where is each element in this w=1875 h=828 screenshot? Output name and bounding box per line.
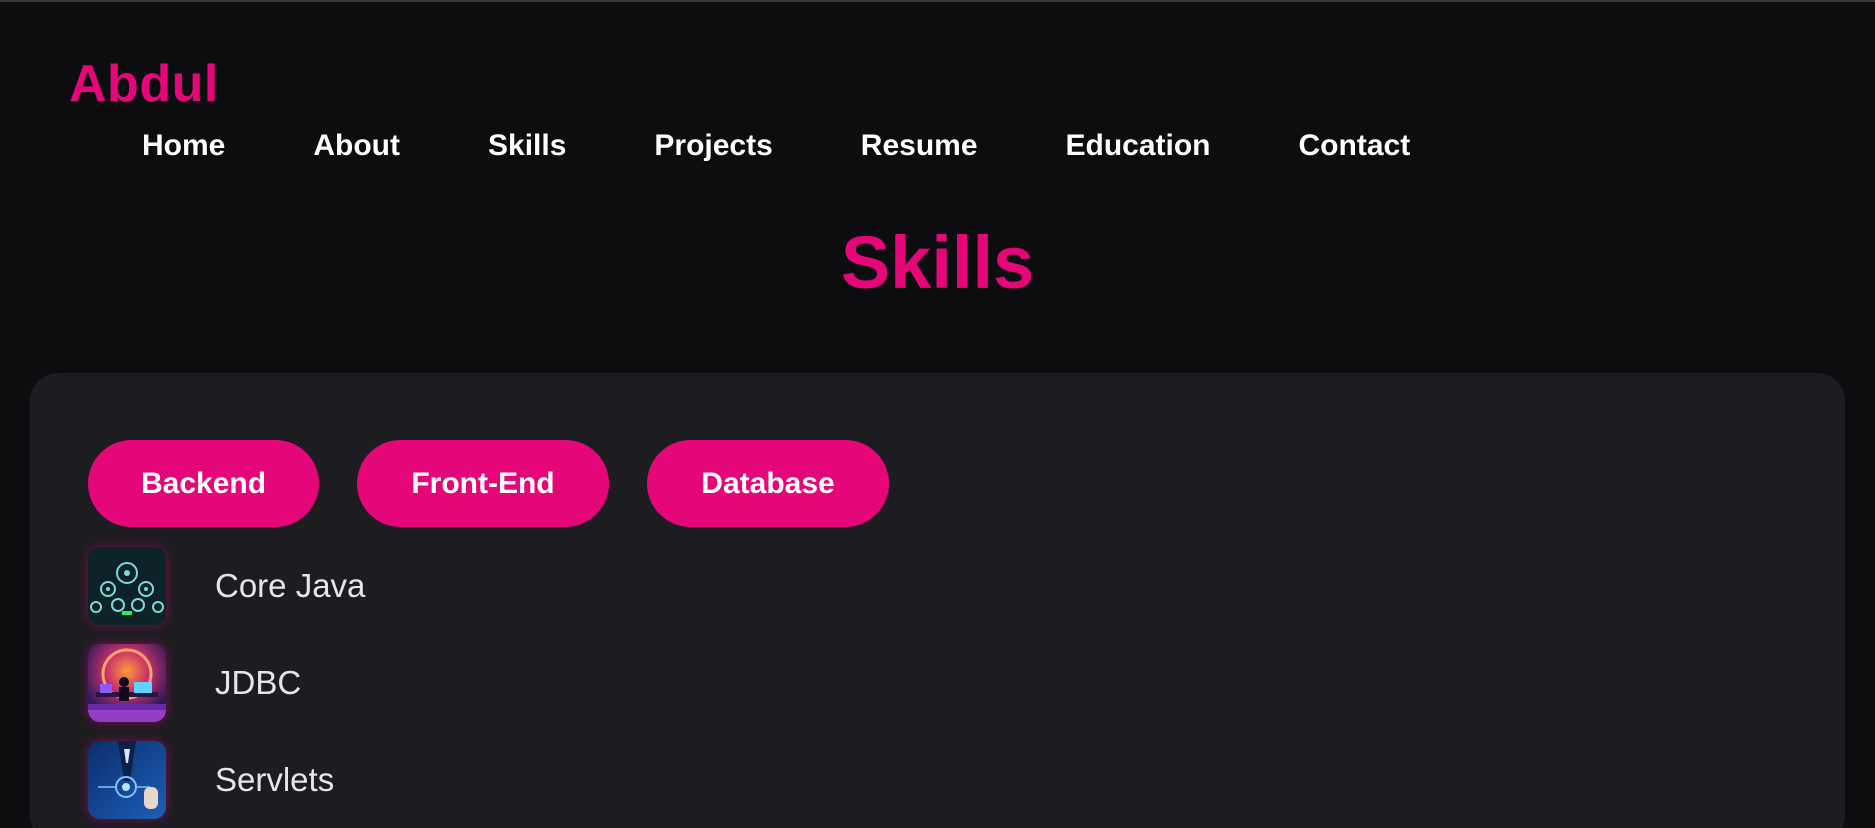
- nav-item-education[interactable]: Education: [1066, 124, 1211, 168]
- skill-list: Core Java JDBC Servlets: [88, 547, 365, 828]
- java-gears-image: [88, 547, 166, 625]
- list-item: JDBC: [88, 644, 365, 722]
- main-nav: Home About Skills Projects Resume Educat…: [142, 124, 1410, 168]
- nav-item-skills[interactable]: Skills: [488, 124, 566, 168]
- skill-category-tabs: Backend Front-End Database: [88, 440, 889, 527]
- section-title: Skills: [840, 221, 1035, 304]
- tab-database[interactable]: Database: [647, 440, 889, 527]
- tech-hand-image: [88, 741, 166, 819]
- list-item: Servlets: [88, 741, 365, 819]
- skill-label: Servlets: [215, 761, 335, 798]
- skills-panel: Backend Front-End Database Core Java JDB…: [30, 373, 1845, 828]
- list-item: Core Java: [88, 547, 365, 625]
- neon-computer-image: [88, 644, 166, 722]
- nav-item-about[interactable]: About: [313, 124, 400, 168]
- portfolio-page: Abdul Home About Skills Projects Resume …: [0, 0, 1875, 828]
- window-top-border: [0, 0, 1875, 2]
- nav-item-contact[interactable]: Contact: [1299, 124, 1411, 168]
- nav-item-projects[interactable]: Projects: [654, 124, 772, 168]
- tab-backend[interactable]: Backend: [88, 440, 319, 527]
- skill-label: JDBC: [215, 664, 302, 701]
- brand-logo[interactable]: Abdul: [69, 52, 219, 116]
- nav-item-resume[interactable]: Resume: [861, 124, 978, 168]
- nav-item-home[interactable]: Home: [142, 124, 225, 168]
- skill-label: Core Java: [215, 567, 366, 604]
- tab-front-end[interactable]: Front-End: [357, 440, 609, 527]
